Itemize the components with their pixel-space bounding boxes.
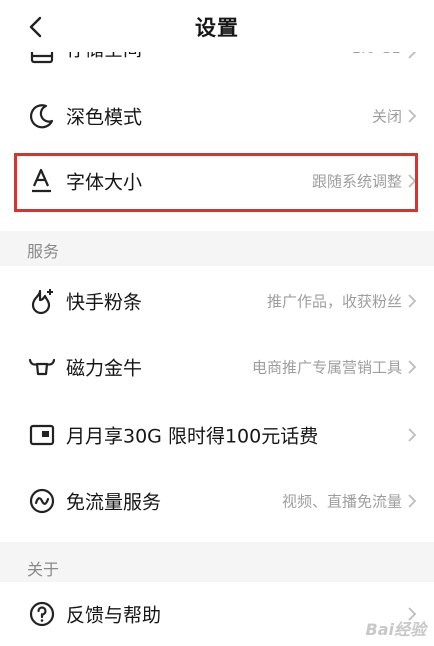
watermark: Bai经验 xyxy=(365,620,426,639)
settings-row-label: 磁力金牛 xyxy=(66,357,143,380)
chevron-right-icon xyxy=(408,174,417,188)
settings-row-kuaishou-fentiao[interactable]: 快手粉条 推广作品，收获粉丝 xyxy=(0,269,434,333)
font-size-icon xyxy=(32,168,51,193)
settings-row-value: 电商推广专属营销工具 xyxy=(251,358,402,377)
fire-plus-icon xyxy=(31,289,53,315)
settings-row-value: 跟随系统调整 xyxy=(311,172,402,191)
chevron-right-icon xyxy=(408,428,417,442)
sim-card-icon xyxy=(29,424,55,446)
settings-row-data-promo[interactable]: 月月享30G 限时得100元话费 xyxy=(0,403,434,467)
settings-row-label: 深色模式 xyxy=(66,106,143,129)
settings-row-value: 推广作品，收获粉丝 xyxy=(266,292,402,311)
moon-icon xyxy=(29,104,54,129)
chevron-right-icon xyxy=(408,109,417,123)
settings-row-dark-mode[interactable]: 深色模式 关闭 xyxy=(0,84,434,148)
settings-row-font-size[interactable]: 字体大小 跟随系统调整 xyxy=(0,149,434,213)
page-title: 设置 xyxy=(195,16,239,40)
settings-row-label: 字体大小 xyxy=(66,171,143,194)
bull-icon xyxy=(28,358,56,376)
settings-row-free-data[interactable]: 免流量服务 视频、直播免流量 xyxy=(0,469,434,533)
settings-row-value: 视频、直播免流量 xyxy=(281,492,402,511)
settings-row-label: 月月享30G 限时得100元话费 xyxy=(66,425,319,448)
section-header-about: 关于 xyxy=(27,560,60,579)
display-settings-card: 存储空间 1.0 GB 深色模式 关闭 字体大小 跟随系统调整 xyxy=(0,22,434,231)
section-header-services: 服务 xyxy=(27,242,60,261)
services-card: 快手粉条 推广作品，收获粉丝 磁力金牛 电商推广专属营销工具 月月享30G 限时… xyxy=(0,266,434,542)
settings-row-value: 关闭 xyxy=(371,107,402,126)
chevron-right-icon xyxy=(408,494,417,508)
settings-row-label: 快手粉条 xyxy=(66,291,143,314)
chevron-right-icon xyxy=(408,294,417,308)
free-data-icon xyxy=(29,488,55,514)
settings-row-label: 免流量服务 xyxy=(66,491,162,514)
help-icon xyxy=(29,601,55,627)
settings-row-label: 反馈与帮助 xyxy=(66,604,162,627)
chevron-right-icon xyxy=(408,360,417,374)
settings-row-cili-jinniu[interactable]: 磁力金牛 电商推广专属营销工具 xyxy=(0,335,434,399)
top-bar: 设置 xyxy=(0,0,434,52)
